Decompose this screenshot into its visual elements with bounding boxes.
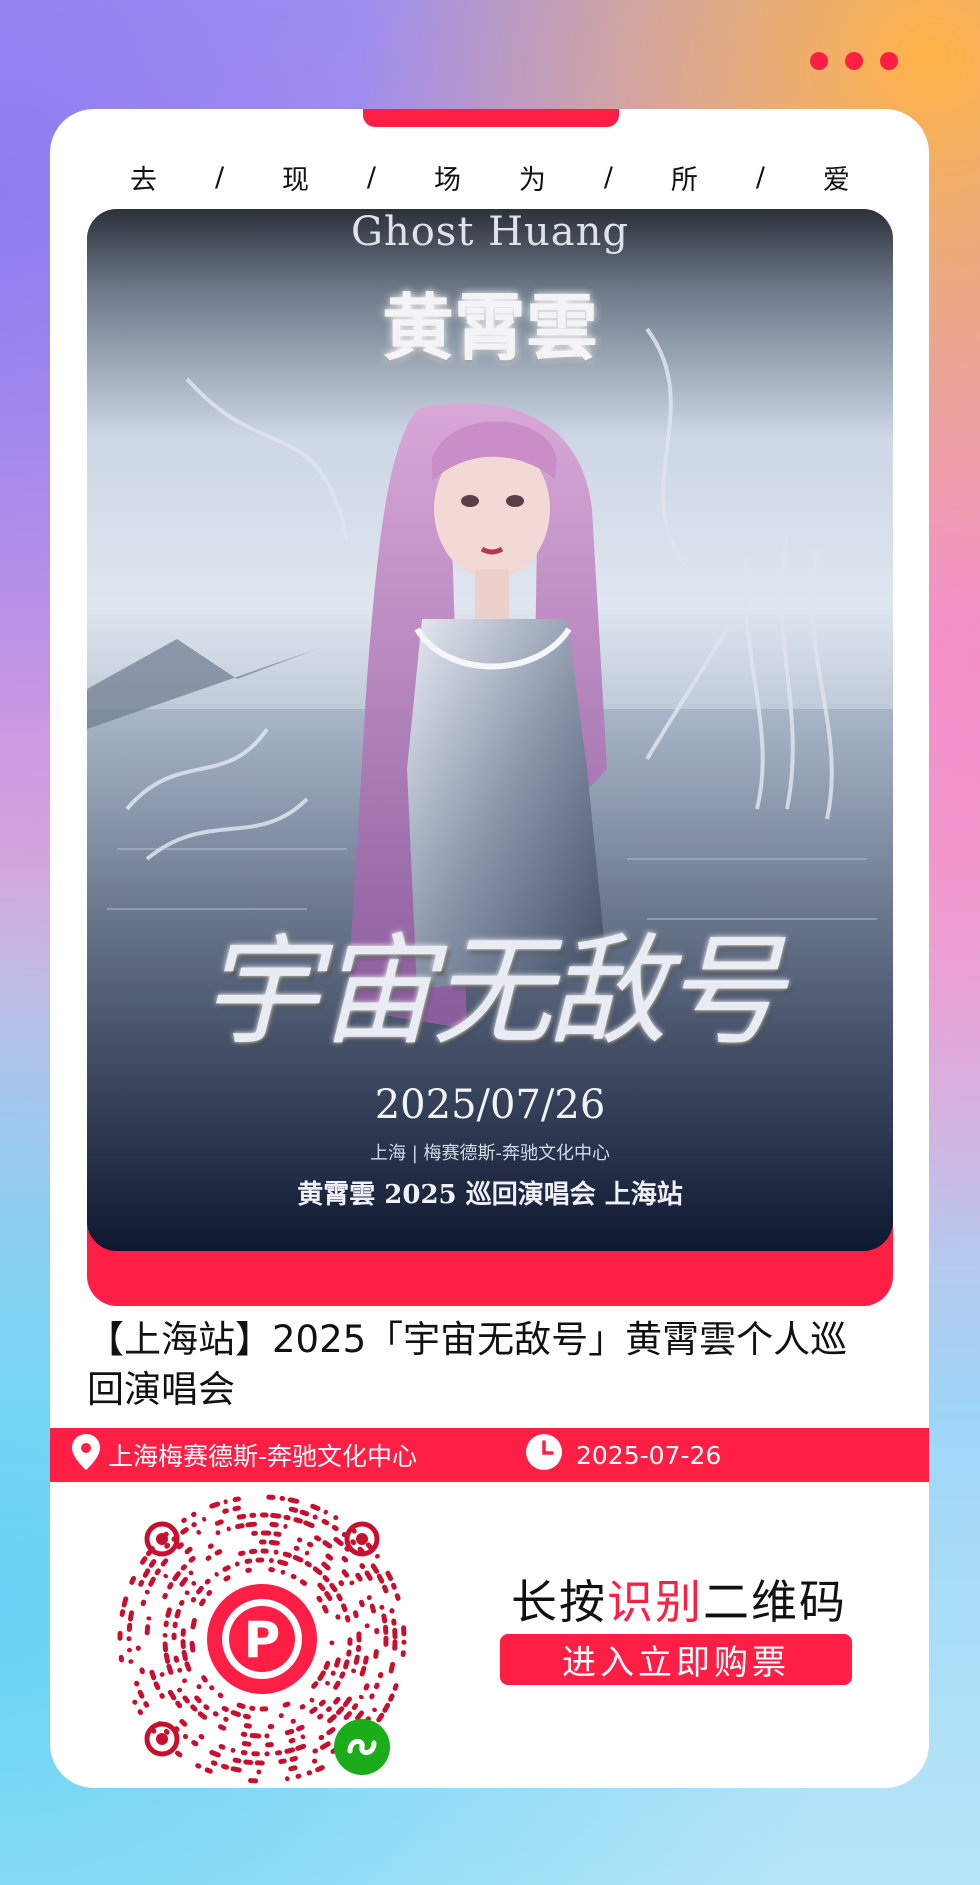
scan-instruction-highlight: 识别 xyxy=(607,1575,703,1629)
slogan-char: 所 xyxy=(670,164,698,196)
scan-instruction: 长按识别二维码 xyxy=(494,1566,864,1632)
slogan-char: / xyxy=(214,161,225,193)
event-date-text: 2025-07-26 xyxy=(576,1440,722,1470)
event-info-bar: 上海梅赛德斯-奔驰文化中心 2025-07-26 xyxy=(50,1428,929,1482)
poster-artist-cn: 黄霄雲 xyxy=(381,285,598,370)
scan-instruction-part2: 二维码 xyxy=(703,1575,847,1629)
dot xyxy=(880,52,898,70)
poster-container[interactable]: Ghost Huang 黄霄雲 宇宙无敌号 2025/07/26 上海 | 梅赛… xyxy=(87,209,893,1306)
slogan-char: / xyxy=(366,161,377,193)
slogan: 去 / 现 / 场 为 / 所 / 爱 xyxy=(130,157,850,197)
slogan-char: / xyxy=(755,161,765,193)
event-title: 【上海站】2025「宇宙无敌号」黄霄雲个人巡回演唱会 xyxy=(87,1318,848,1411)
location-pin-icon xyxy=(72,1434,100,1476)
buy-ticket-button[interactable]: 进入立即购票 xyxy=(500,1634,852,1685)
event-date: 2025-07-26 xyxy=(526,1428,721,1482)
slogan-char: 爱 xyxy=(822,164,850,196)
ticket-card: 去 / 现 / 场 为 / 所 / 爱 Ghost Huang 黄霄雲 宇宙无敌… xyxy=(50,109,929,1788)
mini-program-icon xyxy=(334,1719,390,1775)
more-dots-icon[interactable] xyxy=(810,52,898,70)
dot xyxy=(810,52,828,70)
poster-venue: 上海 | 梅赛德斯-奔驰文化中心 xyxy=(369,1143,610,1164)
poster-subtitle: 黄霄雲 2025 巡回演唱会 上海站 xyxy=(297,1180,683,1210)
event-poster[interactable]: Ghost Huang 黄霄雲 宇宙无敌号 2025/07/26 上海 | 梅赛… xyxy=(87,209,893,1251)
slogan-char: 现 xyxy=(281,164,309,196)
mini-program-qr-code[interactable]: P xyxy=(112,1489,412,1789)
clock-icon xyxy=(526,1434,562,1476)
slogan-char: 去 xyxy=(130,164,157,196)
poster-date: 2025/07/26 xyxy=(374,1082,606,1128)
scan-instruction-part1: 长按 xyxy=(511,1575,607,1629)
event-venue: 上海梅赛德斯-奔驰文化中心 xyxy=(72,1428,417,1482)
slogan-char: 为 xyxy=(518,164,546,196)
poster-artist-en: Ghost Huang xyxy=(351,209,629,255)
slogan-char: 场 xyxy=(433,164,461,196)
poster-tour-title: 宇宙无敌号 xyxy=(200,923,784,1062)
event-venue-text: 上海梅赛德斯-奔驰文化中心 xyxy=(108,1442,418,1471)
card-top-tab xyxy=(363,109,619,127)
svg-text:P: P xyxy=(244,1611,281,1669)
slogan-char: / xyxy=(603,161,613,193)
dot xyxy=(845,52,863,70)
